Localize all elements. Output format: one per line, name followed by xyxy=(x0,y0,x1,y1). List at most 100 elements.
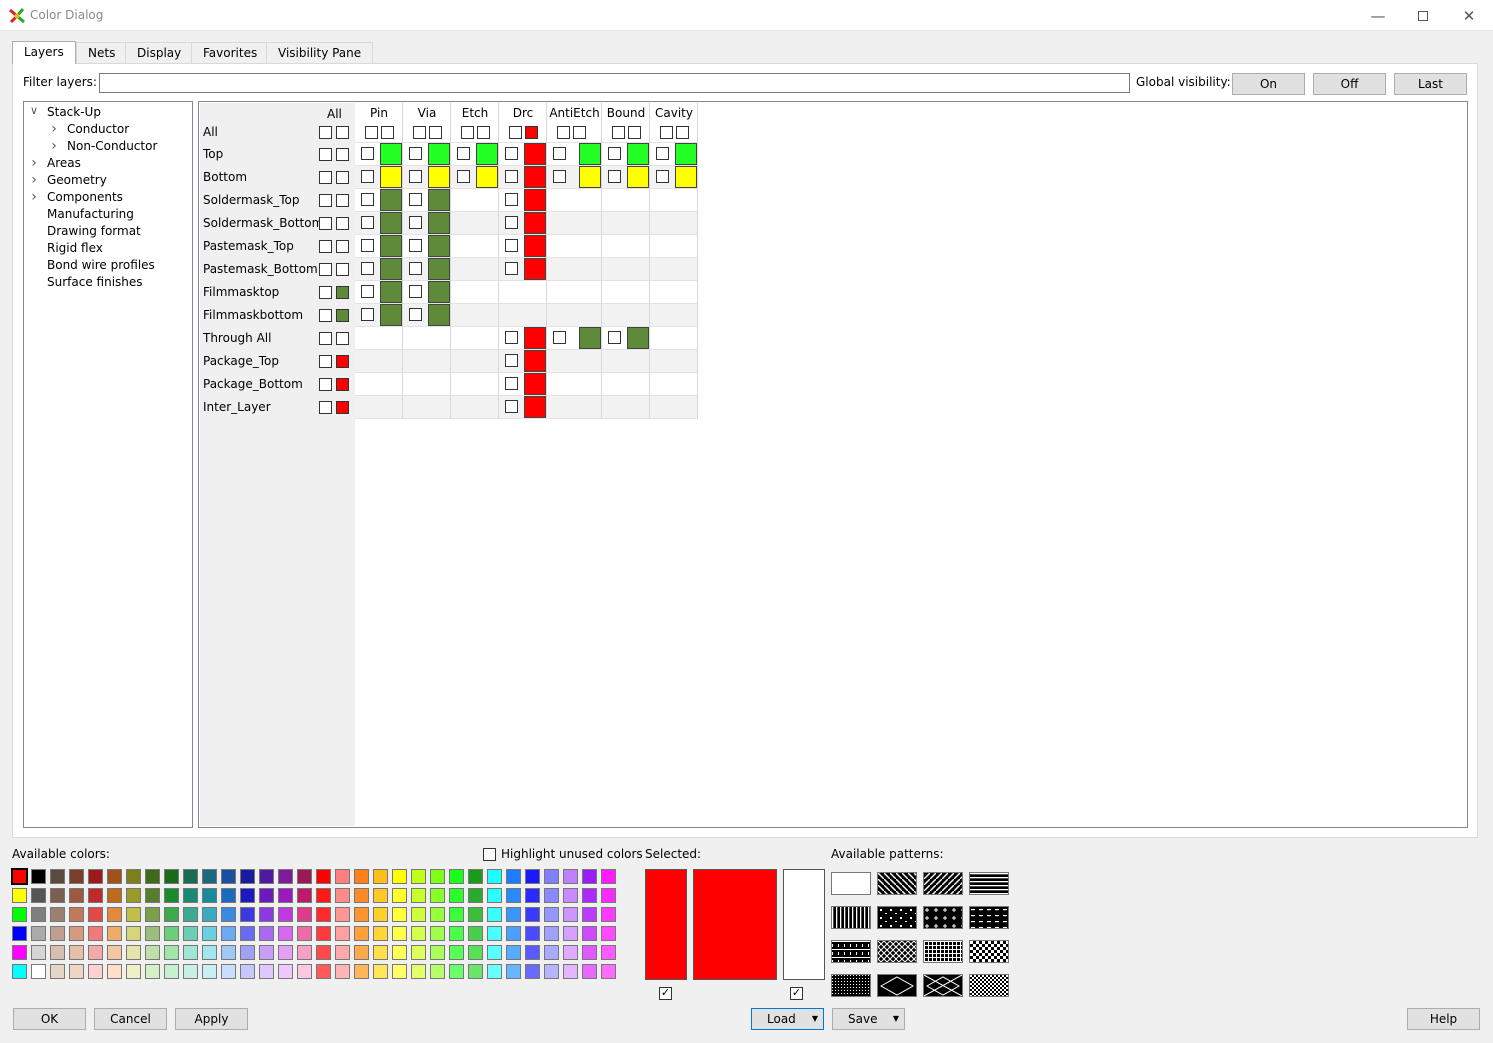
palette-color-swatch[interactable] xyxy=(107,907,122,922)
cell-color-swatch[interactable] xyxy=(428,235,450,257)
palette-color-swatch[interactable] xyxy=(297,964,312,979)
palette-color-swatch[interactable] xyxy=(525,888,540,903)
row-visibility-checkbox[interactable] xyxy=(319,286,332,299)
palette-color-swatch[interactable] xyxy=(468,907,483,922)
palette-color-swatch[interactable] xyxy=(582,926,597,941)
palette-color-swatch[interactable] xyxy=(354,964,369,979)
chevron-down-icon[interactable]: ∨ xyxy=(28,104,40,121)
palette-color-swatch[interactable] xyxy=(411,926,426,941)
cell-visibility-checkbox[interactable] xyxy=(409,285,422,298)
palette-color-swatch[interactable] xyxy=(278,869,293,884)
pattern-horizontal[interactable] xyxy=(969,872,1009,895)
palette-color-swatch[interactable] xyxy=(278,926,293,941)
palette-color-swatch[interactable] xyxy=(145,964,160,979)
palette-color-swatch[interactable] xyxy=(335,907,350,922)
cell-visibility-checkbox[interactable] xyxy=(505,216,518,229)
palette-color-swatch[interactable] xyxy=(240,907,255,922)
palette-color-swatch[interactable] xyxy=(316,964,331,979)
palette-color-swatch[interactable] xyxy=(88,926,103,941)
row-visibility-checkbox[interactable] xyxy=(319,217,332,230)
palette-color-swatch[interactable] xyxy=(544,945,559,960)
palette-color-swatch[interactable] xyxy=(107,869,122,884)
chevron-right-icon[interactable]: › xyxy=(28,172,40,189)
palette-color-swatch[interactable] xyxy=(50,888,65,903)
palette-color-swatch[interactable] xyxy=(297,869,312,884)
palette-color-swatch[interactable] xyxy=(240,926,255,941)
palette-color-swatch[interactable] xyxy=(487,888,502,903)
palette-color-swatch[interactable] xyxy=(107,945,122,960)
pattern-diamond[interactable] xyxy=(877,974,917,997)
cell-visibility-checkbox[interactable] xyxy=(457,147,470,160)
palette-color-swatch[interactable] xyxy=(145,926,160,941)
palette-color-swatch[interactable] xyxy=(544,907,559,922)
palette-color-swatch[interactable] xyxy=(582,945,597,960)
palette-color-swatch[interactable] xyxy=(601,869,616,884)
palette-color-swatch[interactable] xyxy=(164,964,179,979)
column-color-swatch[interactable] xyxy=(525,126,538,139)
palette-color-swatch[interactable] xyxy=(221,907,236,922)
cell-color-swatch[interactable] xyxy=(524,373,546,395)
row-visibility-checkbox[interactable] xyxy=(319,378,332,391)
tree-item[interactable]: Surface finishes xyxy=(47,274,143,291)
cell-visibility-checkbox[interactable] xyxy=(409,262,422,275)
palette-color-swatch[interactable] xyxy=(202,945,217,960)
chevron-right-icon[interactable]: › xyxy=(48,121,60,138)
cell-visibility-checkbox[interactable] xyxy=(608,331,621,344)
palette-color-swatch[interactable] xyxy=(31,888,46,903)
column-visibility-checkbox[interactable] xyxy=(509,126,522,139)
cell-visibility-checkbox[interactable] xyxy=(361,216,374,229)
palette-color-swatch[interactable] xyxy=(487,945,502,960)
palette-color-swatch[interactable] xyxy=(164,869,179,884)
palette-color-swatch[interactable] xyxy=(259,926,274,941)
cell-visibility-checkbox[interactable] xyxy=(361,239,374,252)
cell-color-swatch[interactable] xyxy=(428,166,450,188)
palette-color-swatch[interactable] xyxy=(354,926,369,941)
palette-color-swatch[interactable] xyxy=(126,945,141,960)
palette-color-swatch[interactable] xyxy=(31,907,46,922)
palette-color-swatch[interactable] xyxy=(164,926,179,941)
tree-item[interactable]: Rigid flex xyxy=(47,240,103,257)
cell-color-swatch[interactable] xyxy=(380,189,402,211)
cell-color-swatch[interactable] xyxy=(428,189,450,211)
palette-color-swatch[interactable] xyxy=(259,888,274,903)
load-button[interactable]: Load ▼ xyxy=(751,1008,824,1030)
palette-color-swatch[interactable] xyxy=(278,888,293,903)
palette-color-swatch[interactable] xyxy=(525,869,540,884)
cell-color-swatch[interactable] xyxy=(428,304,450,326)
cancel-button[interactable]: Cancel xyxy=(94,1008,167,1030)
cell-visibility-checkbox[interactable] xyxy=(505,400,518,413)
palette-color-swatch[interactable] xyxy=(183,888,198,903)
palette-color-swatch[interactable] xyxy=(12,888,27,903)
palette-color-swatch[interactable] xyxy=(202,926,217,941)
palette-color-swatch[interactable] xyxy=(601,945,616,960)
palette-color-swatch[interactable] xyxy=(468,869,483,884)
palette-color-swatch[interactable] xyxy=(50,964,65,979)
palette-color-swatch[interactable] xyxy=(373,888,388,903)
palette-color-swatch[interactable] xyxy=(126,869,141,884)
palette-color-swatch[interactable] xyxy=(563,964,578,979)
selected-primary-checkbox[interactable]: ✓ xyxy=(659,987,672,1000)
palette-color-swatch[interactable] xyxy=(11,868,28,885)
palette-color-swatch[interactable] xyxy=(126,907,141,922)
cell-color-swatch[interactable] xyxy=(524,258,546,280)
palette-color-swatch[interactable] xyxy=(582,964,597,979)
pattern-checker-fine[interactable] xyxy=(969,974,1009,997)
help-button[interactable]: Help xyxy=(1407,1008,1480,1030)
palette-color-swatch[interactable] xyxy=(373,907,388,922)
pattern-solid-white[interactable] xyxy=(831,872,871,895)
tree-item[interactable]: Components xyxy=(47,189,123,206)
palette-color-swatch[interactable] xyxy=(183,907,198,922)
pattern-crosshatch[interactable] xyxy=(877,940,917,963)
column-color-swatch[interactable] xyxy=(477,126,490,139)
palette-color-swatch[interactable] xyxy=(411,869,426,884)
palette-color-swatch[interactable] xyxy=(582,869,597,884)
palette-color-swatch[interactable] xyxy=(183,869,198,884)
row-color-swatch[interactable] xyxy=(336,378,349,391)
palette-color-swatch[interactable] xyxy=(107,964,122,979)
global-visibility-last-button[interactable]: Last xyxy=(1394,73,1467,95)
palette-color-swatch[interactable] xyxy=(145,869,160,884)
pattern-bricks[interactable] xyxy=(831,940,871,963)
cell-color-swatch[interactable] xyxy=(476,166,498,188)
cell-visibility-checkbox[interactable] xyxy=(409,216,422,229)
palette-color-swatch[interactable] xyxy=(259,945,274,960)
